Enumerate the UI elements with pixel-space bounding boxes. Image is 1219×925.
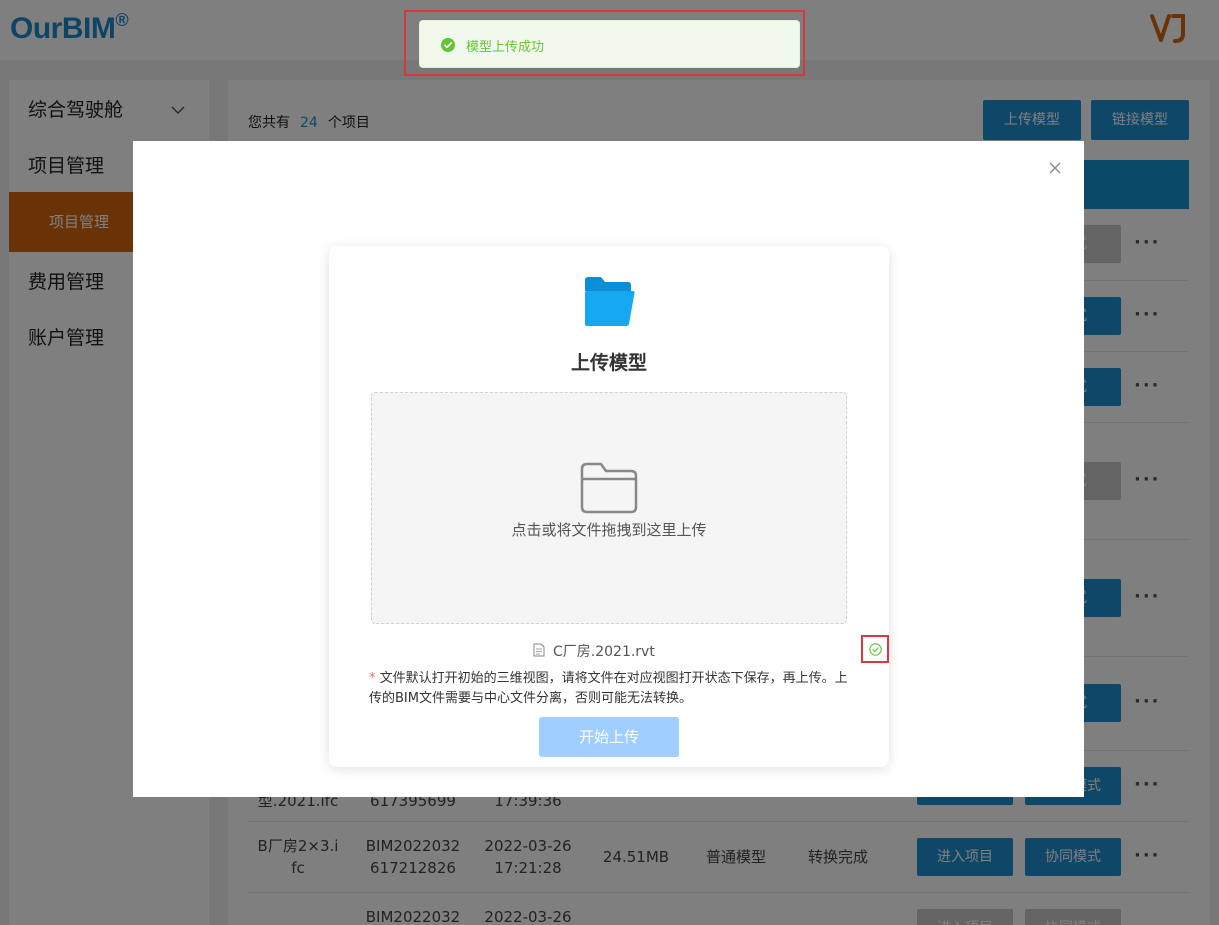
dialog-title: 上传模型 <box>570 352 647 374</box>
note-text: 文件默认打开初始的三维视图，请将文件在对应视图打开状态下保存，再上传。上传的BI… <box>369 671 848 706</box>
required-star: * <box>369 671 376 686</box>
uploaded-file-name[interactable]: C厂房.2021.rvt <box>553 641 655 661</box>
file-icon <box>533 643 545 657</box>
folder-icon <box>585 277 635 326</box>
toast-message: 模型上传成功 <box>466 40 545 55</box>
success-circle-check-icon <box>869 643 882 656</box>
start-upload-button[interactable]: 开始上传 <box>539 717 679 757</box>
close-icon[interactable] <box>1048 161 1062 175</box>
upload-note: * 文件默认打开初始的三维视图，请将文件在对应视图打开状态下保存，再上传。上传的… <box>369 669 849 709</box>
success-check-icon <box>441 38 455 52</box>
drop-zone-text: 点击或将文件拖拽到这里上传 <box>511 521 707 539</box>
success-toast: 模型上传成功 <box>419 20 800 68</box>
folder-outline-icon <box>580 462 638 514</box>
